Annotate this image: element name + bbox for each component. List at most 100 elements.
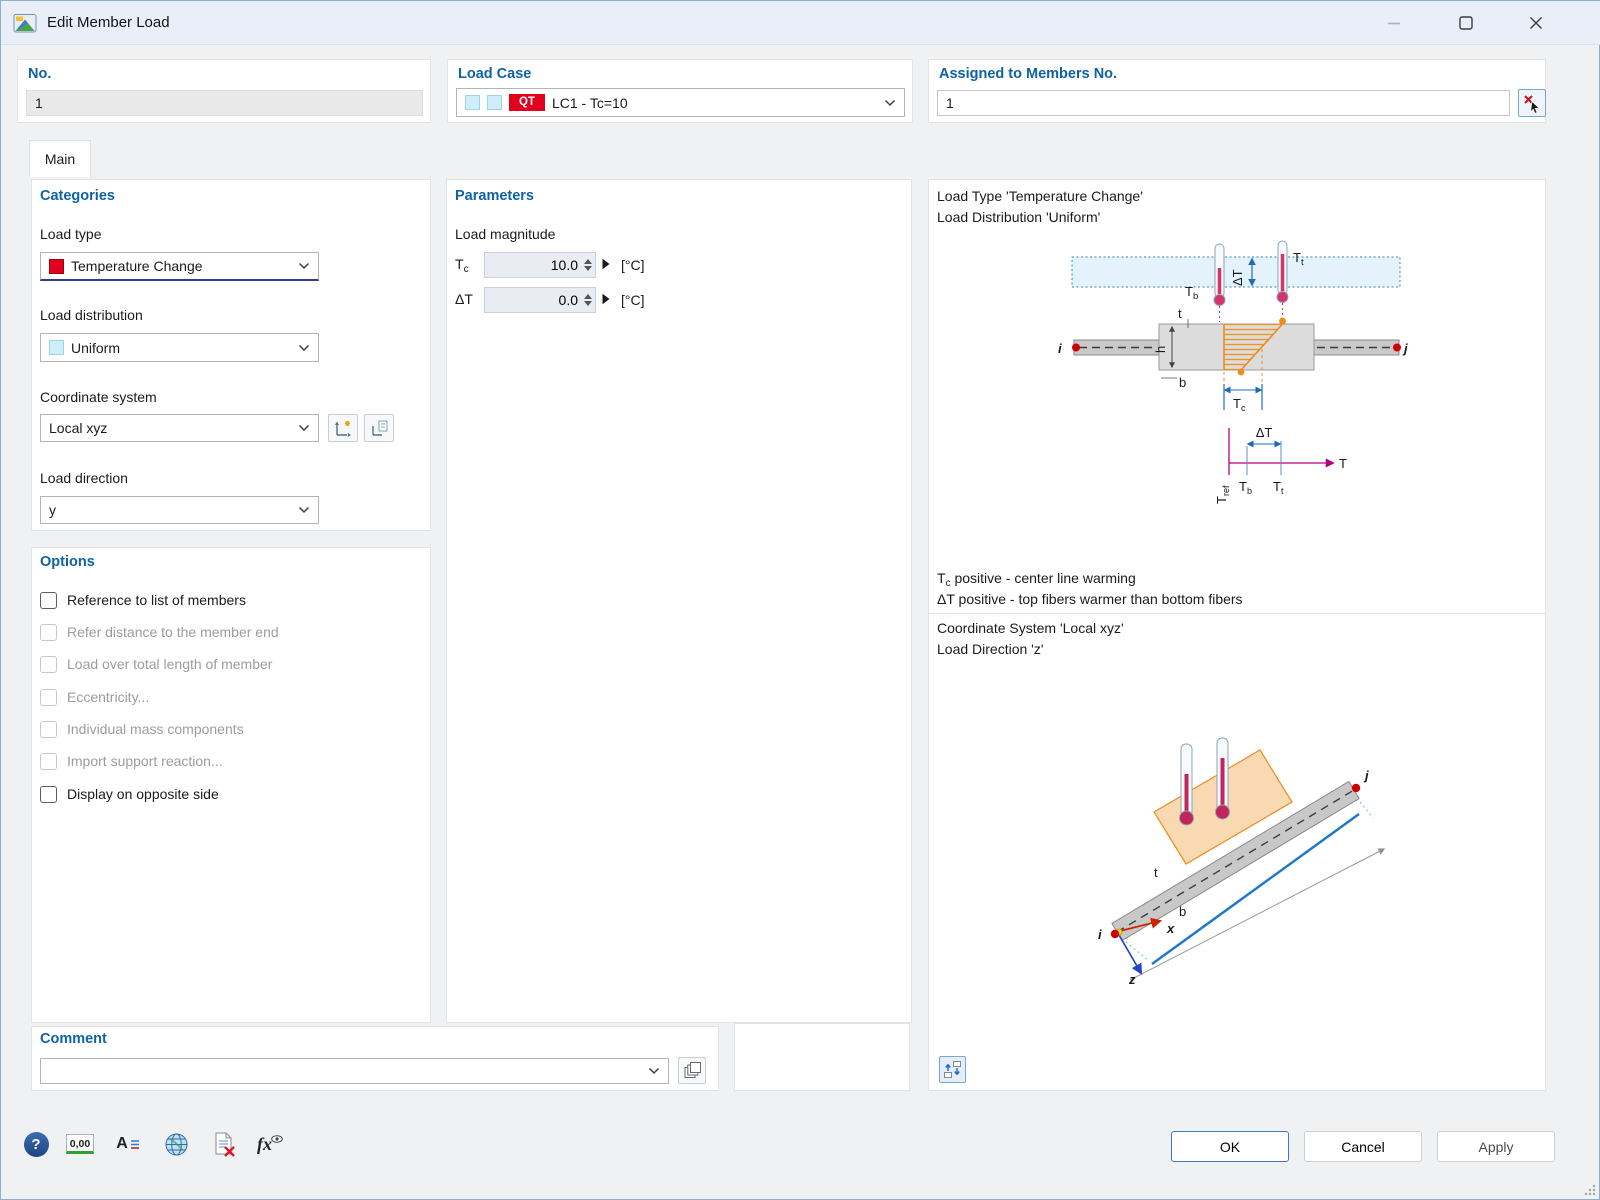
option-label: Display on opposite side <box>67 786 219 802</box>
units-settings-button[interactable]: 0,00 <box>63 1129 97 1159</box>
tc-detail-button[interactable] <box>602 258 610 270</box>
edit-coordinate-system-button[interactable] <box>364 414 394 442</box>
preview-note-2: ΔT positive - top fibers warmer than bot… <box>937 591 1243 607</box>
spin-down-icon[interactable] <box>584 266 592 271</box>
dt-detail-button[interactable] <box>602 293 610 305</box>
svg-text:Tref: Tref <box>1214 485 1231 504</box>
load-case-type-badge: QT <box>509 94 545 112</box>
select-members-button[interactable] <box>1518 89 1546 117</box>
help-button[interactable]: ? <box>19 1129 53 1159</box>
checkbox-icon <box>40 624 57 641</box>
comment-input[interactable] <box>49 1063 641 1079</box>
load-distribution-color-icon <box>49 340 64 355</box>
svg-text:i: i <box>1098 927 1102 942</box>
checkbox-icon <box>40 656 57 673</box>
chevron-down-icon <box>298 424 310 432</box>
option-label: Individual mass components <box>67 721 244 737</box>
new-coordinate-system-button[interactable] <box>328 414 358 442</box>
delete-load-button[interactable] <box>207 1129 241 1159</box>
checkbox-icon[interactable] <box>40 786 57 803</box>
load-case-value: LC1 - Tc=10 <box>552 95 628 111</box>
option-load-over-total-length: Load over total length of member <box>40 652 272 676</box>
help-icon: ? <box>24 1132 49 1157</box>
svg-text:Tb: Tb <box>1239 479 1252 496</box>
chevron-down-icon <box>884 99 896 107</box>
swap-orientation-button[interactable] <box>939 1056 966 1083</box>
coordinate-system-select[interactable]: Local xyz <box>40 414 319 442</box>
swap-arrows-icon <box>943 1060 962 1079</box>
resize-grip-icon <box>1582 1182 1596 1196</box>
preview-note-1: Tc positive - center line warming <box>937 570 1136 589</box>
tc-field <box>484 252 596 278</box>
rendering-button[interactable] <box>159 1129 193 1159</box>
svg-text:x: x <box>1166 921 1175 936</box>
apply-button[interactable]: Apply <box>1437 1131 1555 1162</box>
no-label: No. <box>28 66 51 82</box>
option-label: Import support reaction... <box>67 753 223 769</box>
formula-button[interactable]: fx <box>253 1129 287 1159</box>
load-type-label: Load type <box>40 226 102 242</box>
dt-spinner[interactable] <box>581 288 595 312</box>
load-distribution-label: Load distribution <box>40 307 143 323</box>
resize-grip[interactable] <box>1582 1182 1596 1196</box>
option-label: Load over total length of member <box>67 656 272 672</box>
edit-coordinate-system-icon <box>369 419 389 437</box>
dt-input[interactable] <box>489 292 581 308</box>
svg-text:h: h <box>1153 346 1168 353</box>
maximize-button[interactable] <box>1443 1 1489 45</box>
load-number-input[interactable] <box>26 90 423 116</box>
load-distribution-value: Uniform <box>71 340 120 356</box>
comment-combobox[interactable] <box>40 1058 669 1084</box>
load-case-panel: Load Case QT LC1 - Tc=10 <box>447 59 913 123</box>
svg-text:t: t <box>1178 306 1182 321</box>
comment-panel: Comment <box>31 1026 719 1091</box>
tab-main[interactable]: Main <box>29 140 91 177</box>
svg-text:ΔT: ΔT <box>1256 425 1273 440</box>
formula-icon: fx <box>257 1134 283 1155</box>
app-icon <box>13 11 37 35</box>
svg-text:i: i <box>1058 341 1062 356</box>
assigned-members-input[interactable] <box>937 90 1510 116</box>
spin-up-icon[interactable] <box>584 294 592 299</box>
close-button[interactable] <box>1513 1 1559 45</box>
load-case-select[interactable]: QT LC1 - Tc=10 <box>456 88 905 117</box>
load-distribution-select[interactable]: Uniform <box>40 333 319 362</box>
coordinate-system-label: Coordinate system <box>40 389 157 405</box>
svg-text:Tc: Tc <box>1233 396 1246 413</box>
spacer-panel <box>734 1023 910 1091</box>
thermometer-icon <box>1214 244 1225 306</box>
tc-input[interactable] <box>489 257 581 273</box>
comment-copy-button[interactable] <box>678 1057 706 1084</box>
spin-down-icon[interactable] <box>584 301 592 306</box>
tc-spinner[interactable] <box>581 253 595 277</box>
preview-coordinate-system-line: Coordinate System 'Local xyz' <box>937 620 1124 636</box>
play-arrow-icon <box>602 258 610 270</box>
chevron-down-icon <box>298 262 310 270</box>
option-label: Reference to list of members <box>67 592 246 608</box>
load-type-select[interactable]: Temperature Change <box>40 252 319 281</box>
parameters-panel: Parameters Load magnitude Tc [°C] ΔT [°C… <box>446 179 912 1023</box>
option-reference-to-list[interactable]: Reference to list of members <box>40 588 246 612</box>
option-display-opposite-side[interactable]: Display on opposite side <box>40 782 219 806</box>
minimize-icon <box>1388 22 1400 25</box>
cancel-button[interactable]: Cancel <box>1304 1131 1422 1162</box>
dt-label: ΔT <box>455 291 473 310</box>
ok-button[interactable]: OK <box>1171 1131 1289 1162</box>
chevron-down-icon <box>298 344 310 352</box>
load-direction-select[interactable]: y <box>40 496 319 524</box>
minimize-button[interactable] <box>1371 1 1417 45</box>
option-label: Eccentricity... <box>67 689 149 705</box>
font-settings-icon: A <box>116 1135 140 1153</box>
globe-icon <box>164 1132 189 1157</box>
option-eccentricity: Eccentricity... <box>40 685 149 709</box>
units-icon: 0,00 <box>66 1134 94 1154</box>
display-settings-button[interactable]: A <box>111 1129 145 1159</box>
thermometer-icon <box>1216 738 1230 819</box>
load-type-color-icon <box>49 259 64 274</box>
svg-text:Tt: Tt <box>1273 479 1284 496</box>
checkbox-icon[interactable] <box>40 592 57 609</box>
load-type-value: Temperature Change <box>71 258 203 274</box>
copy-icon <box>683 1061 702 1080</box>
titlebar: Edit Member Load <box>1 1 1600 45</box>
spin-up-icon[interactable] <box>584 259 592 264</box>
